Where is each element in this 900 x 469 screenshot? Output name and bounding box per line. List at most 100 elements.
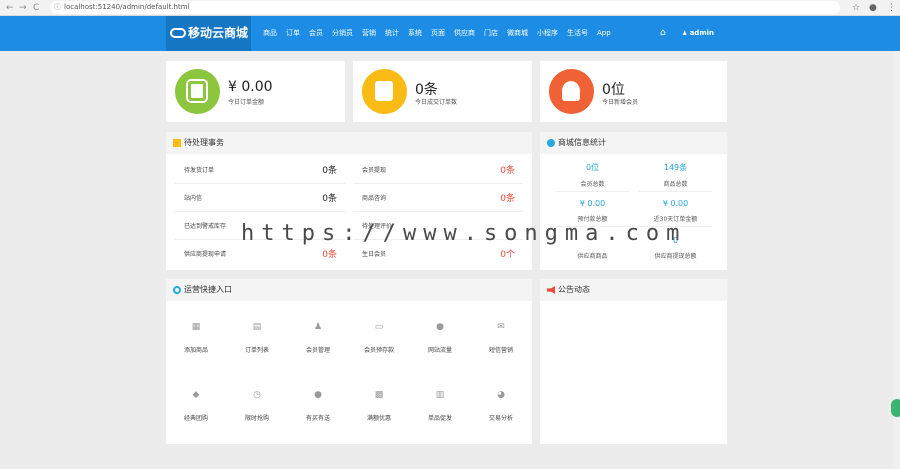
pie-chart-icon: ◕: [497, 390, 505, 400]
quick-buy-gift[interactable]: ● 有买有送: [288, 390, 348, 422]
stat-value: 0位: [602, 82, 625, 98]
menu-item-app[interactable]: App: [597, 16, 611, 51]
drop-icon: ●: [436, 322, 444, 332]
quick-label: 网站流量: [427, 347, 452, 354]
quick-label: 交易分析: [488, 415, 513, 422]
quick-label: 添加商品: [183, 347, 208, 354]
gift-icon: ▩: [374, 390, 384, 400]
megaphone-icon: [547, 286, 555, 294]
quick-label: 经典团购: [183, 415, 208, 422]
stat-cell-label: 供应商商品: [577, 253, 608, 260]
forward-icon[interactable]: →: [19, 2, 27, 14]
alarm-clock-icon: ◷: [253, 390, 261, 400]
list-icon: ▤: [252, 322, 262, 332]
profile-icon[interactable]: ●: [869, 2, 877, 14]
todo-value: 0个: [500, 250, 515, 260]
todo-value: 0条: [500, 194, 515, 204]
notice-panel: 公告动态: [540, 279, 727, 444]
quick-label: 有买有送: [305, 415, 330, 422]
building-icon: ▥: [435, 390, 445, 400]
panel-title: 待处理事务: [184, 138, 224, 147]
todo-item[interactable]: 待发货订单 0条: [175, 156, 345, 184]
panel-title: 运营快捷入口: [184, 285, 232, 294]
quick-label: 限时抢购: [244, 415, 269, 422]
address-bar[interactable]: ⓘ localhost:51240/admin/default.html: [50, 1, 840, 14]
menu-item-members[interactable]: 会员: [309, 16, 323, 51]
quick-add-goods[interactable]: ▦ 添加商品: [166, 322, 226, 354]
quick-entry-header: 运营快捷入口: [166, 279, 532, 301]
safe-icon: [175, 69, 220, 114]
home-icon[interactable]: ⌂: [660, 28, 666, 38]
menu-item-stores[interactable]: 门店: [484, 16, 498, 51]
todo-item[interactable]: 商品咨询 0条: [353, 184, 523, 212]
folder-icon: [173, 139, 181, 147]
reload-icon[interactable]: C: [33, 2, 39, 14]
menu-item-suppliers[interactable]: 供应商: [454, 16, 475, 51]
todo-label: 已达到警戒库存: [184, 223, 227, 230]
todo-label: 商品咨询: [362, 195, 387, 202]
info-icon: ⓘ: [54, 3, 61, 11]
menu-item-goods[interactable]: 商品: [263, 16, 277, 51]
menu-item-wechat-mall[interactable]: 微商城: [507, 16, 528, 51]
stat-cell-value: 149条: [663, 163, 688, 172]
menu-item-mini-program[interactable]: 小程序: [537, 16, 558, 51]
todo-value: 0条: [322, 250, 337, 260]
clipboard-icon: [362, 69, 407, 114]
stat-cell-label: 供应商提现总额: [654, 253, 697, 260]
stat-cell-goods[interactable]: 149条 商品总数: [639, 162, 712, 192]
quick-flash-sale[interactable]: ◷ 限时抢购: [227, 390, 287, 422]
logo[interactable]: 移动云商城: [166, 16, 251, 51]
panel-title: 商城信息统计: [558, 138, 606, 147]
menu-item-statistics[interactable]: 统计: [385, 16, 399, 51]
todo-label: 会员提现: [362, 167, 387, 174]
stat-value: 0条: [415, 82, 438, 98]
menu-item-pages[interactable]: 页面: [431, 16, 445, 51]
logo-text: 移动云商城: [188, 26, 249, 40]
todo-value: 0条: [322, 166, 337, 176]
user-name[interactable]: admin: [690, 29, 714, 37]
todo-value: 0条: [500, 166, 515, 176]
mall-stats-panel: 商城信息统计 0位 会员总数 149条 商品总数 ¥ 0.00 预付款总额 ¥ …: [540, 132, 727, 270]
quick-order-list[interactable]: ▤ 订单列表: [227, 322, 287, 354]
quick-full-discount[interactable]: ▩ 满额优惠: [349, 390, 409, 422]
grid-icon: ▦: [191, 322, 201, 332]
main-menu: 商品 订单 会员 分销员 营销 统计 系统 页面 供应商 门店 微商城 小程序 …: [263, 16, 620, 51]
todo-label: 站内信: [184, 195, 203, 202]
quick-member-deposit[interactable]: ▭ 会员预存款: [349, 322, 409, 354]
quick-member-manage[interactable]: ♟ 会员管理: [288, 322, 348, 354]
menu-item-life-account[interactable]: 生活号: [567, 16, 588, 51]
pie-chart-icon: [547, 139, 555, 147]
quick-trade-analysis[interactable]: ◕ 交易分析: [471, 390, 531, 422]
menu-item-system[interactable]: 系统: [408, 16, 422, 51]
user-icon: ♟: [681, 30, 688, 37]
stat-card-new-members: 0位 今日新增会员: [540, 61, 727, 122]
quick-site-traffic[interactable]: ● 网站流量: [410, 322, 470, 354]
floating-service-button[interactable]: [891, 399, 900, 417]
user-icon: ♟: [313, 322, 323, 332]
quick-entry-panel: 运营快捷入口 ▦ 添加商品 ▤ 订单列表 ♟ 会员管理 ▭ 会员预存款 ● 网站流量 ✉ 短…: [166, 279, 532, 444]
stat-label: 今日订单金额: [228, 99, 265, 106]
coin-icon: ●: [314, 390, 322, 400]
quick-label: 满额优惠: [366, 415, 391, 422]
todo-label: 生日会员: [362, 251, 387, 258]
quick-group-buy[interactable]: ◆ 经典团购: [166, 390, 226, 422]
menu-item-orders[interactable]: 订单: [286, 16, 300, 51]
stat-value: ¥ 0.00: [228, 79, 273, 95]
quick-sms-marketing[interactable]: ✉ 短信营销: [471, 322, 531, 354]
todo-item[interactable]: 站内信 0条: [175, 184, 345, 212]
user-add-icon: [549, 69, 594, 114]
back-icon[interactable]: ←: [6, 2, 14, 14]
todo-item[interactable]: 会员提现 0条: [353, 156, 523, 184]
stat-label: 今日成交订单数: [415, 99, 458, 106]
tag-icon: ◆: [192, 390, 200, 400]
mall-stats-header: 商城信息统计: [540, 132, 727, 154]
card-icon: ▭: [374, 322, 384, 332]
browser-menu-icon[interactable]: ⋮: [887, 2, 896, 14]
menu-item-distributors[interactable]: 分销员: [332, 16, 353, 51]
quick-single-promo[interactable]: ▥ 单品促发: [410, 390, 470, 422]
todo-panel-header: 待处理事务: [166, 132, 532, 154]
bookmark-star-icon[interactable]: ☆: [852, 2, 860, 14]
menu-item-marketing[interactable]: 营销: [362, 16, 376, 51]
stat-cell-label: 商品总数: [639, 179, 712, 192]
stat-cell-members[interactable]: 0位 会员总数: [556, 162, 629, 192]
